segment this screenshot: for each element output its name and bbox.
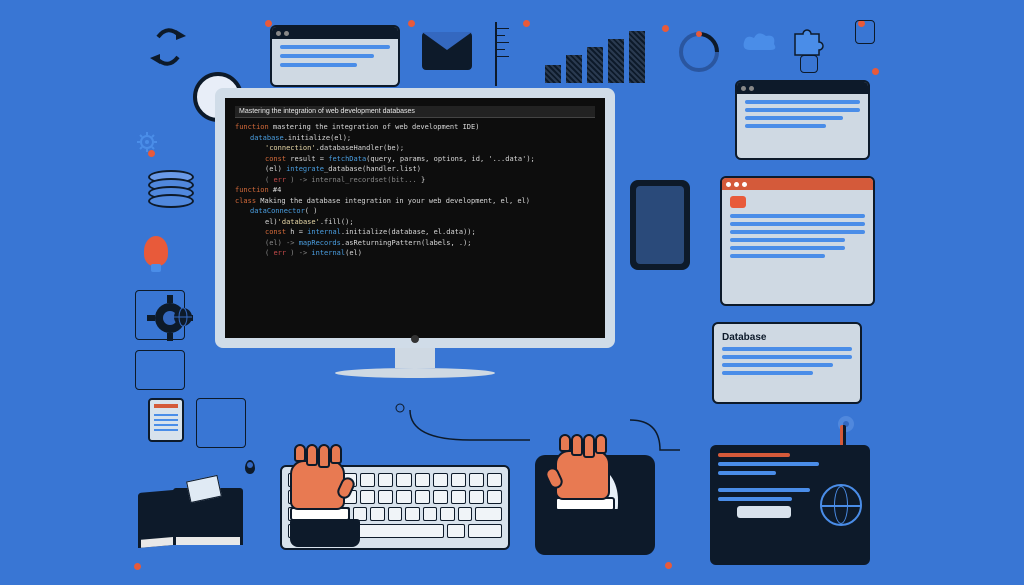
card-button[interactable]: [737, 506, 791, 518]
database-icon: [148, 170, 194, 202]
database-card: Database: [712, 322, 862, 404]
editor-title: Mastering the integration of web develop…: [235, 106, 595, 118]
right-hand: [555, 450, 625, 535]
code-editor: Mastering the integration of web develop…: [215, 88, 615, 348]
database-label: Database: [722, 332, 852, 343]
gear-small-icon: [135, 130, 159, 154]
cloud-icon: [740, 30, 778, 61]
circular-progress-icon: [675, 28, 723, 81]
books: [138, 480, 248, 550]
terminal-globe-card: [710, 445, 870, 565]
lightbulb-icon: [144, 236, 168, 266]
left-hand: [290, 460, 360, 545]
window-card: [270, 25, 400, 87]
ruler-icon: [495, 22, 525, 86]
bar-chart: [545, 28, 645, 83]
globe-icon: [820, 484, 862, 526]
refresh-arrows-icon: [148, 22, 188, 72]
pin-icon: [245, 460, 255, 474]
gear-filled-icon: [835, 413, 857, 440]
browser-window-card: [720, 176, 875, 306]
illustration-scene: Database Mastering the integration of we…: [0, 0, 1024, 585]
monitor: Mastering the integration of web develop…: [215, 88, 615, 378]
envelope-icon: [422, 32, 472, 70]
document-list-icon: [148, 398, 184, 442]
tablet-icon: [630, 180, 690, 270]
puzzle-icon: [790, 26, 824, 65]
globe-small-icon: [172, 306, 194, 333]
document-card: [735, 80, 870, 160]
